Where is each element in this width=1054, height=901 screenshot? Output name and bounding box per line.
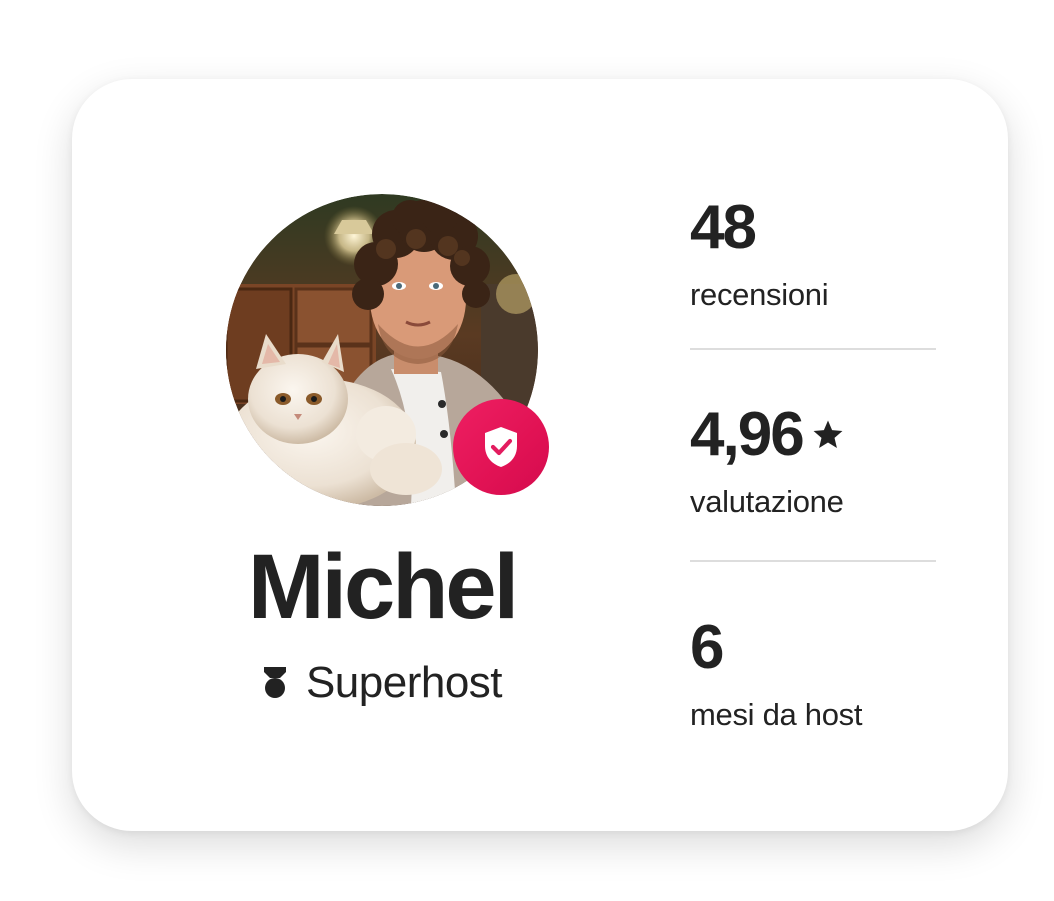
star-icon bbox=[813, 420, 843, 449]
divider bbox=[690, 560, 936, 562]
avatar-container bbox=[226, 194, 549, 506]
verified-badge bbox=[453, 399, 549, 495]
reviews-count: 48 bbox=[690, 193, 757, 262]
superhost-label: Superhost bbox=[305, 658, 503, 707]
stat-label: mesi da host bbox=[690, 697, 863, 732]
host-stats: 48 recensioni 4,96 valutazione 6 mesi da… bbox=[690, 79, 936, 831]
host-identity: Michel Superhost bbox=[72, 79, 692, 831]
stat-value: 4,96 bbox=[690, 404, 936, 466]
shield-check-icon bbox=[485, 427, 517, 467]
superhost-status: Superhost bbox=[72, 661, 692, 705]
stat-value: 48 bbox=[690, 197, 936, 259]
stat-value: 6 bbox=[690, 617, 936, 679]
stat-label: valutazione bbox=[690, 484, 844, 519]
superhost-medal-icon bbox=[263, 667, 286, 698]
host-name: Michel bbox=[247, 536, 519, 638]
host-profile-card[interactable]: Michel Superhost 48 recensioni 4,96 valu… bbox=[72, 79, 1008, 831]
stat-label: recensioni bbox=[690, 277, 829, 312]
rating-value: 4,96 bbox=[690, 400, 805, 469]
stat-reviews[interactable]: 48 recensioni bbox=[690, 197, 936, 312]
divider bbox=[690, 348, 936, 350]
stat-months-hosting: 6 mesi da host bbox=[690, 617, 936, 732]
months-count: 6 bbox=[690, 613, 725, 682]
stat-rating: 4,96 valutazione bbox=[690, 404, 936, 519]
